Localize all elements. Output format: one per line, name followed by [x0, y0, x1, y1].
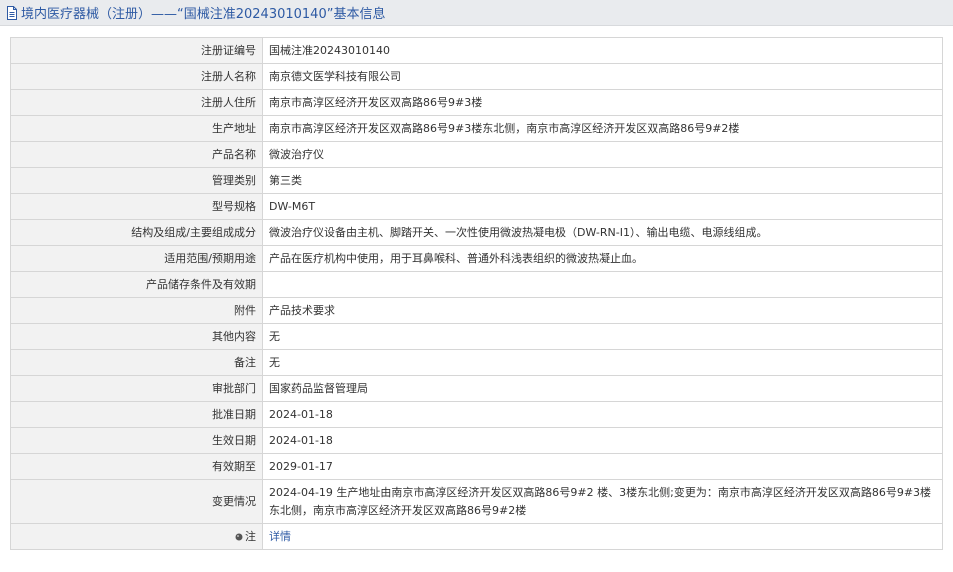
row-label-note: 注 [10, 523, 263, 550]
row-value-registration-number: 国械注准20243010140 [262, 37, 943, 64]
row-label-model-spec: 型号规格 [10, 193, 263, 220]
row-label-structure-composition: 结构及组成/主要组成成分 [10, 219, 263, 246]
table-row: 适用范围/预期用途 产品在医疗机构中使用，用于耳鼻喉科、普通外科浅表组织的微波热… [10, 245, 943, 272]
table-row: 注 详情 [10, 523, 943, 550]
table-row: 结构及组成/主要组成成分 微波治疗仪设备由主机、脚踏开关、一次性使用微波热凝电极… [10, 219, 943, 246]
table-row: 其他内容 无 [10, 323, 943, 350]
row-label-other-content: 其他内容 [10, 323, 263, 350]
row-value-change-history: 2024-04-19 生产地址由南京市高淳区经济开发区双高路86号9#2 楼、3… [262, 479, 943, 524]
details-link[interactable]: 详情 [269, 530, 291, 543]
row-value-approval-department: 国家药品监督管理局 [262, 375, 943, 402]
row-value-structure-composition: 微波治疗仪设备由主机、脚踏开关、一次性使用微波热凝电极（DW-RN-I1）、输出… [262, 219, 943, 246]
row-value-effective-date: 2024-01-18 [262, 427, 943, 454]
table-row: 变更情况 2024-04-19 生产地址由南京市高淳区经济开发区双高路86号9#… [10, 479, 943, 524]
table-row: 注册人名称 南京德文医学科技有限公司 [10, 63, 943, 90]
row-value-storage-conditions [262, 271, 943, 298]
row-value-intended-use: 产品在医疗机构中使用，用于耳鼻喉科、普通外科浅表组织的微波热凝止血。 [262, 245, 943, 272]
row-value-production-address: 南京市高淳区经济开发区双高路86号9#3楼东北侧，南京市高淳区经济开发区双高路8… [262, 115, 943, 142]
row-label-management-category: 管理类别 [10, 167, 263, 194]
row-label-change-history: 变更情况 [10, 479, 263, 524]
table-row: 产品储存条件及有效期 [10, 271, 943, 298]
row-label-production-address: 生产地址 [10, 115, 263, 142]
table-row: 生产地址 南京市高淳区经济开发区双高路86号9#3楼东北侧，南京市高淳区经济开发… [10, 115, 943, 142]
table-row: 管理类别 第三类 [10, 167, 943, 194]
document-icon [6, 5, 18, 20]
row-value-other-content: 无 [262, 323, 943, 350]
table-row: 注册证编号 国械注准20243010140 [10, 37, 943, 64]
row-value-approval-date: 2024-01-18 [262, 401, 943, 428]
pin-icon [235, 530, 243, 540]
row-label-approval-department: 审批部门 [10, 375, 263, 402]
row-value-product-name: 微波治疗仪 [262, 141, 943, 168]
device-info-table: 注册证编号 国械注准20243010140 注册人名称 南京德文医学科技有限公司… [10, 37, 943, 550]
note-label: 注 [245, 529, 256, 543]
row-label-storage-conditions: 产品储存条件及有效期 [10, 271, 263, 298]
row-label-remarks: 备注 [10, 349, 263, 376]
table-row: 产品名称 微波治疗仪 [10, 141, 943, 168]
table-row: 批准日期 2024-01-18 [10, 401, 943, 428]
page-title: 境内医疗器械（注册）——“国械注准20243010140”基本信息 [21, 7, 386, 22]
row-value-registrant-name: 南京德文医学科技有限公司 [262, 63, 943, 90]
row-label-registrant-name: 注册人名称 [10, 63, 263, 90]
row-value-valid-until: 2029-01-17 [262, 453, 943, 480]
row-value-remarks: 无 [262, 349, 943, 376]
row-value-note: 详情 [262, 523, 943, 550]
table-row: 审批部门 国家药品监督管理局 [10, 375, 943, 402]
table-row: 附件 产品技术要求 [10, 297, 943, 324]
row-label-attachment: 附件 [10, 297, 263, 324]
table-row: 备注 无 [10, 349, 943, 376]
row-label-approval-date: 批准日期 [10, 401, 263, 428]
row-label-registration-number: 注册证编号 [10, 37, 263, 64]
row-value-management-category: 第三类 [262, 167, 943, 194]
row-value-registrant-address: 南京市高淳区经济开发区双高路86号9#3楼 [262, 89, 943, 116]
row-label-product-name: 产品名称 [10, 141, 263, 168]
row-value-attachment: 产品技术要求 [262, 297, 943, 324]
row-value-model-spec: DW-M6T [262, 193, 943, 220]
table-row: 有效期至 2029-01-17 [10, 453, 943, 480]
row-label-registrant-address: 注册人住所 [10, 89, 263, 116]
table-row: 型号规格 DW-M6T [10, 193, 943, 220]
table-row: 生效日期 2024-01-18 [10, 427, 943, 454]
page-header: 境内医疗器械（注册）——“国械注准20243010140”基本信息 [0, 0, 953, 26]
row-label-intended-use: 适用范围/预期用途 [10, 245, 263, 272]
row-label-valid-until: 有效期至 [10, 453, 263, 480]
row-label-effective-date: 生效日期 [10, 427, 263, 454]
table-row: 注册人住所 南京市高淳区经济开发区双高路86号9#3楼 [10, 89, 943, 116]
